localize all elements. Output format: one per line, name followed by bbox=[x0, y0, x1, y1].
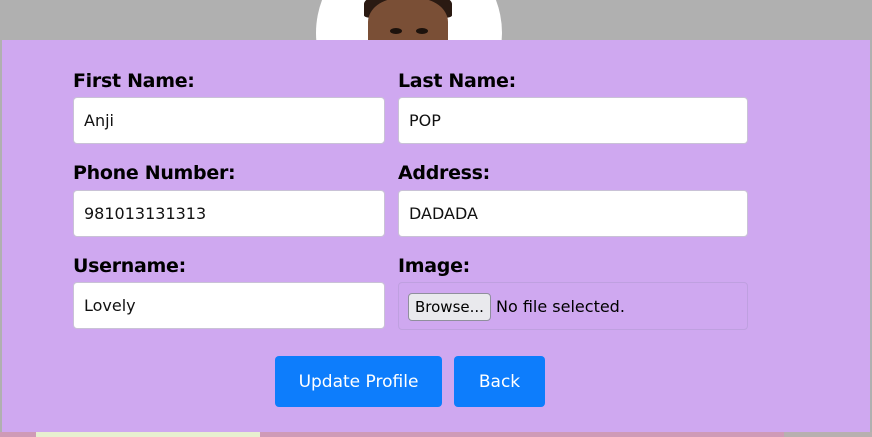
update-profile-button[interactable]: Update Profile bbox=[275, 356, 442, 407]
bottom-strip-segment bbox=[36, 432, 260, 437]
file-status-text: No file selected. bbox=[496, 297, 625, 316]
username-input[interactable] bbox=[73, 282, 385, 329]
avatar-eye bbox=[390, 28, 402, 34]
phone-label: Phone Number: bbox=[73, 162, 236, 184]
profile-form-card: First Name: Last Name: Phone Number: Add… bbox=[2, 40, 870, 432]
phone-input[interactable] bbox=[73, 190, 385, 237]
avatar-eye bbox=[416, 28, 428, 34]
bottom-strip-segment bbox=[784, 432, 872, 437]
address-input[interactable] bbox=[398, 190, 748, 237]
back-button[interactable]: Back bbox=[454, 356, 545, 407]
username-label: Username: bbox=[73, 255, 186, 277]
address-label: Address: bbox=[398, 162, 490, 184]
bottom-strip bbox=[0, 432, 872, 437]
image-file-input[interactable]: Browse... No file selected. bbox=[398, 282, 748, 330]
first-name-input[interactable] bbox=[73, 97, 385, 144]
last-name-label: Last Name: bbox=[398, 70, 516, 92]
browse-button[interactable]: Browse... bbox=[408, 293, 491, 321]
last-name-input[interactable] bbox=[398, 97, 748, 144]
first-name-label: First Name: bbox=[73, 70, 195, 92]
image-label: Image: bbox=[398, 255, 470, 277]
